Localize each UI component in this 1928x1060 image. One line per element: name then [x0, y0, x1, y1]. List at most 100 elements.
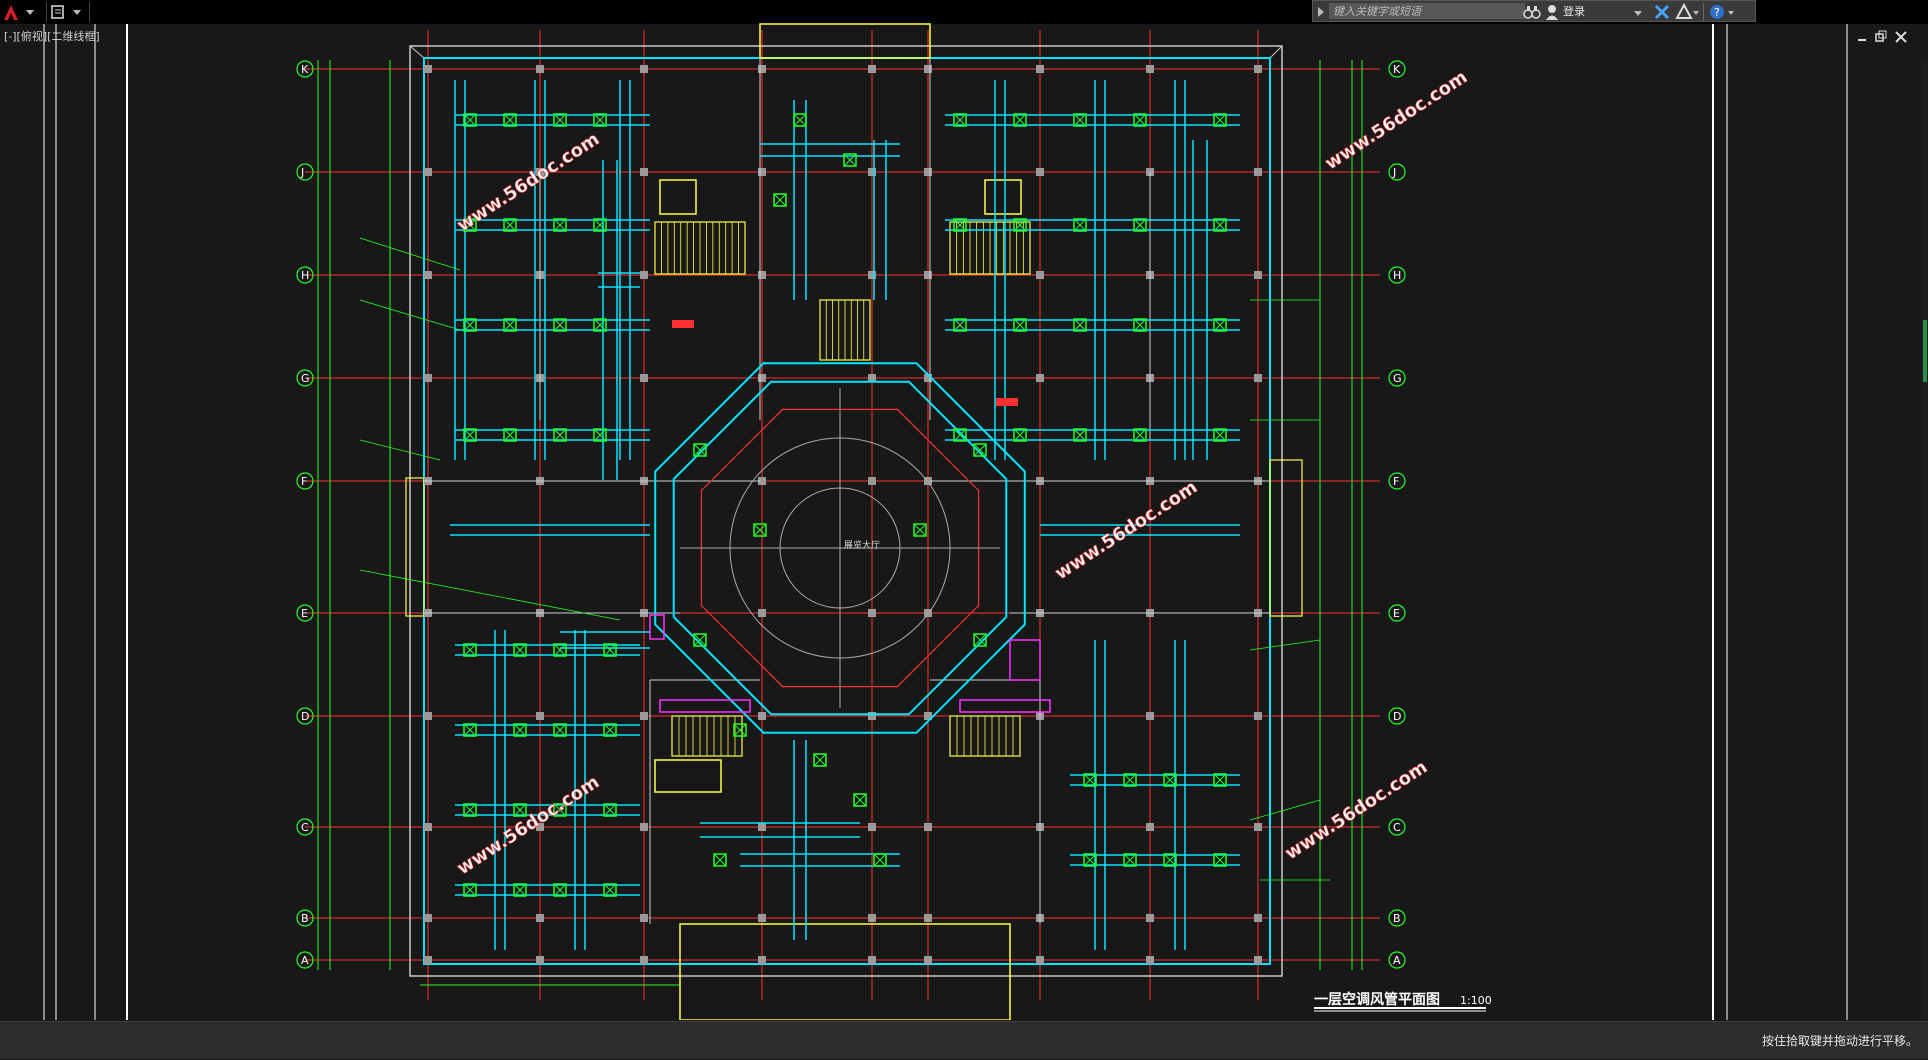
- column: [1254, 168, 1262, 176]
- column: [924, 823, 932, 831]
- column: [640, 168, 648, 176]
- column: [424, 914, 432, 922]
- central-hall: [654, 362, 1026, 734]
- north-entrance: [759, 23, 931, 59]
- grid-bubble-label: J: [300, 166, 304, 179]
- column: [1036, 271, 1044, 279]
- column: [1254, 65, 1262, 73]
- column: [1146, 956, 1154, 964]
- grid-bubble-label: C: [1393, 821, 1401, 834]
- grid-bubble-label: A: [1393, 954, 1401, 967]
- air-duct-network: [450, 80, 1240, 950]
- grid-bubble-label: A: [301, 954, 309, 967]
- column: [640, 712, 648, 720]
- column: [1036, 65, 1044, 73]
- column: [924, 914, 932, 922]
- column: [1254, 271, 1262, 279]
- column: [758, 65, 766, 73]
- grid-bubble-label: E: [1393, 607, 1400, 620]
- column: [1146, 914, 1154, 922]
- column: [758, 609, 766, 617]
- column: [1036, 374, 1044, 382]
- column: [424, 168, 432, 176]
- column: [758, 823, 766, 831]
- grid-bubble-label: K: [1393, 63, 1401, 76]
- elevator: [659, 179, 697, 215]
- column: [536, 914, 544, 922]
- column: [1254, 374, 1262, 382]
- east-entrance: [1269, 459, 1303, 617]
- grid-axis-labels: K K J J H H G G F F E E D D C C B B A A: [296, 60, 1406, 969]
- grid-bubble-label: C: [301, 821, 309, 834]
- column: [1146, 823, 1154, 831]
- column: [640, 956, 648, 964]
- column: [640, 65, 648, 73]
- column: [536, 65, 544, 73]
- grid-bubble-label: F: [301, 475, 307, 488]
- column: [1036, 956, 1044, 964]
- column: [868, 609, 876, 617]
- grid-bubble-label: F: [1393, 475, 1399, 488]
- column: [868, 823, 876, 831]
- watermark-text: www.56doc.com: [1281, 757, 1431, 865]
- column: [868, 271, 876, 279]
- grid-bubble-label: H: [1393, 269, 1401, 282]
- column: [868, 168, 876, 176]
- drawing-title-block: 一层空调风管平面图 1:100: [1314, 991, 1492, 1012]
- annotation-leader: [1249, 799, 1321, 821]
- grid-bubble-label: J: [1392, 166, 1396, 179]
- drawing-scale: 1:100: [1460, 994, 1492, 1007]
- column: [424, 271, 432, 279]
- drawing-title: 一层空调风管平面图: [1314, 991, 1440, 1008]
- column: [924, 271, 932, 279]
- column: [1146, 65, 1154, 73]
- grid-bubble-label: E: [301, 607, 308, 620]
- column: [1254, 914, 1262, 922]
- fire-damper-tag: [672, 320, 694, 328]
- central-hall-label: 展览大厅: [844, 539, 880, 551]
- column: [536, 712, 544, 720]
- grid-bubble-label: G: [1393, 372, 1402, 385]
- equipment: [1009, 639, 1041, 681]
- column: [924, 65, 932, 73]
- command-prompt-message: 按住拾取键并拖动进行平移。: [1761, 1034, 1918, 1048]
- column: [758, 168, 766, 176]
- column: [1036, 168, 1044, 176]
- watermark-text: www.56doc.com: [1051, 477, 1201, 585]
- column: [868, 477, 876, 485]
- column: [640, 271, 648, 279]
- column: [868, 65, 876, 73]
- grid-bubble-label: D: [301, 710, 309, 723]
- column: [758, 956, 766, 964]
- grid-bubble-label: D: [1393, 710, 1401, 723]
- column: [758, 374, 766, 382]
- column: [758, 914, 766, 922]
- column: [924, 168, 932, 176]
- column: [1146, 712, 1154, 720]
- column: [1254, 823, 1262, 831]
- column: [424, 956, 432, 964]
- drawing-canvas[interactable]: K KJ JH HG GF FE ED DC CB BA A 展览大厅 www.56doc.comw…: [0, 0, 1928, 1020]
- watermark-text: www.56doc.com: [1321, 67, 1471, 175]
- column: [536, 956, 544, 964]
- grid-bubble-label: H: [301, 269, 309, 282]
- watermark-text: www.56doc.com: [453, 772, 603, 880]
- status-bar: 按住拾取键并拖动进行平移。: [0, 1021, 1928, 1059]
- west-entrance: [405, 477, 425, 617]
- drawing-frame-lines: [43, 24, 1848, 1020]
- grid-bubble-label: G: [301, 372, 310, 385]
- grid-bubble: [1388, 163, 1406, 181]
- column: [424, 65, 432, 73]
- annotation-leader: [1249, 639, 1321, 651]
- column: [868, 914, 876, 922]
- elevator: [654, 759, 722, 793]
- fire-damper-tag: [996, 398, 1018, 406]
- column: [758, 712, 766, 720]
- column: [868, 956, 876, 964]
- column: [924, 956, 932, 964]
- column: [758, 271, 766, 279]
- grid-bubble-label: B: [301, 912, 309, 925]
- column: [640, 374, 648, 382]
- column: [424, 823, 432, 831]
- column: [1254, 712, 1262, 720]
